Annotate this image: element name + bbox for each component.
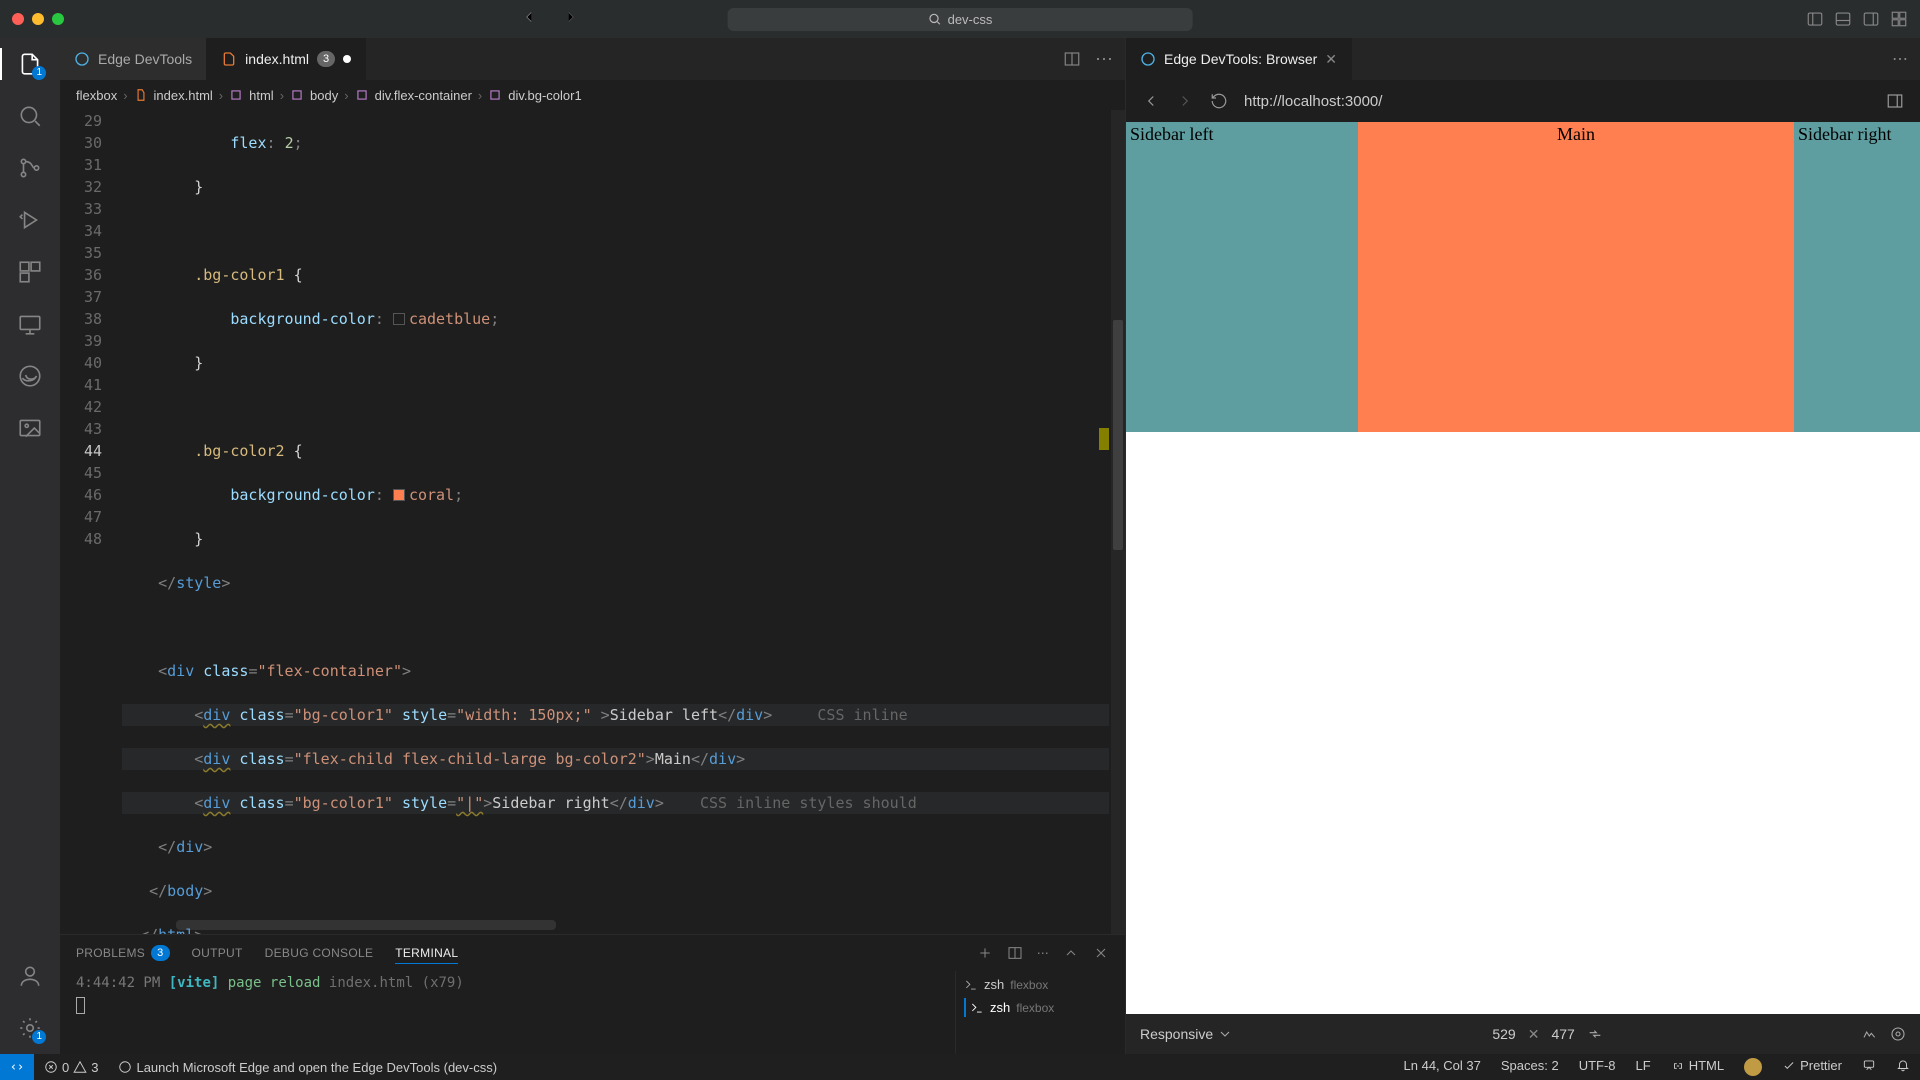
dimension-separator: ✕ xyxy=(1528,1026,1540,1043)
settings-gear-icon[interactable]: 1 xyxy=(16,1014,44,1042)
tab-label: Edge DevTools: Browser xyxy=(1164,51,1317,67)
browser-toolbar: http://localhost:3000/ xyxy=(1126,80,1920,122)
status-position[interactable]: Ln 44, Col 37 xyxy=(1394,1058,1491,1073)
tab-index-html[interactable]: index.html 3 xyxy=(207,38,366,80)
minimap[interactable] xyxy=(1111,110,1125,934)
remote-explorer-icon[interactable] xyxy=(16,310,44,338)
gallery-icon[interactable] xyxy=(16,414,44,442)
status-bell-icon[interactable] xyxy=(1886,1058,1920,1072)
traffic-lights xyxy=(12,13,64,25)
layout-grid-icon[interactable] xyxy=(1890,10,1908,28)
more-actions-icon[interactable]: ⋯ xyxy=(1095,49,1113,70)
close-panel-icon[interactable] xyxy=(1093,945,1109,961)
minimize-window-icon[interactable] xyxy=(32,13,44,25)
code-content[interactable]: flex: 2; } .bg-color1 { background-color… xyxy=(118,110,1109,934)
device-select[interactable]: Responsive xyxy=(1140,1026,1233,1042)
status-user[interactable] xyxy=(1734,1058,1772,1076)
bottom-panel: PROBLEMS3 OUTPUT DEBUG CONSOLE TERMINAL … xyxy=(60,934,1125,1054)
tab-label: index.html xyxy=(245,51,309,67)
tab-problem-badge: 3 xyxy=(317,51,335,67)
reload-icon[interactable] xyxy=(1210,92,1228,110)
panel-bottom-icon[interactable] xyxy=(1834,10,1852,28)
edge-tools-icon[interactable] xyxy=(16,362,44,390)
run-debug-icon[interactable] xyxy=(16,206,44,234)
back-button[interactable] xyxy=(520,8,538,31)
device-settings-icon[interactable] xyxy=(1890,1026,1906,1042)
status-errors[interactable]: 0 3 xyxy=(34,1054,108,1080)
horizontal-scrollbar[interactable] xyxy=(176,920,556,930)
status-spaces[interactable]: Spaces: 2 xyxy=(1491,1058,1569,1073)
terminal-entry[interactable]: zsh flexbox xyxy=(964,998,1117,1017)
forward-button xyxy=(562,8,580,31)
extensions-icon[interactable] xyxy=(16,258,44,286)
terminal-cursor xyxy=(76,997,85,1014)
dirty-indicator-icon xyxy=(343,55,351,63)
panel-tab-debug-console[interactable]: DEBUG CONSOLE xyxy=(265,946,374,960)
code-editor[interactable]: 2930313233343536373839404142434445464748… xyxy=(60,110,1125,934)
explorer-icon[interactable]: 1 xyxy=(16,50,44,78)
status-launch[interactable]: Launch Microsoft Edge and open the Edge … xyxy=(108,1054,507,1080)
account-icon[interactable] xyxy=(16,962,44,990)
panel-right-icon[interactable] xyxy=(1862,10,1880,28)
more-actions-icon[interactable]: ⋯ xyxy=(1892,49,1908,69)
close-tab-icon[interactable]: ✕ xyxy=(1325,51,1337,68)
terminal-list: zsh flexbox zsh flexbox xyxy=(955,971,1125,1054)
status-prettier[interactable]: Prettier xyxy=(1772,1058,1852,1073)
command-center[interactable]: dev-css xyxy=(728,8,1193,31)
viewport-height[interactable]: 477 xyxy=(1551,1026,1574,1042)
breadcrumb-item[interactable]: flexbox xyxy=(76,88,117,103)
url-bar[interactable]: http://localhost:3000/ xyxy=(1244,93,1870,110)
close-window-icon[interactable] xyxy=(12,13,24,25)
status-eol[interactable]: LF xyxy=(1626,1058,1661,1073)
terminal-more-icon[interactable]: ⋯ xyxy=(1037,946,1049,960)
breadcrumb-item[interactable]: div.bg-color1 xyxy=(508,88,581,103)
preview-main: Main xyxy=(1358,122,1794,432)
preview-sidebar-right: Sidebar right xyxy=(1794,122,1920,432)
tab-edge-devtools[interactable]: Edge DevTools xyxy=(60,38,207,80)
browser-forward-icon xyxy=(1176,92,1194,110)
terminal-output[interactable]: 4:44:42 PM [vite] page reload index.html… xyxy=(60,971,955,1054)
panel-tab-terminal[interactable]: TERMINAL xyxy=(395,946,458,964)
breadcrumb-item[interactable]: body xyxy=(310,88,338,103)
browser-viewport[interactable]: Sidebar left Main Sidebar right xyxy=(1126,122,1920,1014)
viewport-width[interactable]: 529 xyxy=(1492,1026,1515,1042)
activity-bar: 1 1 xyxy=(0,38,60,1054)
source-control-icon[interactable] xyxy=(16,154,44,182)
breadcrumb-item[interactable]: div.flex-container xyxy=(375,88,472,103)
status-feedback-icon[interactable] xyxy=(1852,1058,1886,1072)
layout-controls xyxy=(1806,10,1908,28)
tab-label: Edge DevTools xyxy=(98,51,192,67)
split-terminal-icon[interactable] xyxy=(1007,945,1023,961)
screenshot-icon[interactable] xyxy=(1862,1026,1878,1042)
preview-sidebar-left: Sidebar left xyxy=(1126,122,1358,432)
split-editor-icon[interactable] xyxy=(1063,50,1081,68)
maximize-panel-icon[interactable] xyxy=(1063,945,1079,961)
title-bar: dev-css xyxy=(0,0,1920,38)
editor-tabs: Edge DevTools index.html 3 ⋯ xyxy=(60,38,1125,80)
new-terminal-icon[interactable] xyxy=(977,945,993,961)
breadcrumb-item[interactable]: index.html xyxy=(154,88,213,103)
warning-indicator-icon xyxy=(1099,428,1109,450)
tab-devtools-browser[interactable]: Edge DevTools: Browser ✕ xyxy=(1126,38,1352,80)
status-bar: 0 3 Launch Microsoft Edge and open the E… xyxy=(0,1054,1920,1080)
status-language[interactable]: HTML xyxy=(1661,1058,1734,1073)
rotate-icon[interactable] xyxy=(1587,1026,1603,1042)
device-toolbar: Responsive 529 ✕ 477 xyxy=(1126,1014,1920,1054)
browser-back-icon[interactable] xyxy=(1142,92,1160,110)
breadcrumb-item[interactable]: html xyxy=(249,88,274,103)
settings-badge: 1 xyxy=(32,1030,46,1044)
zoom-window-icon[interactable] xyxy=(52,13,64,25)
search-icon[interactable] xyxy=(16,102,44,130)
panel-tab-problems[interactable]: PROBLEMS3 xyxy=(76,945,170,961)
remote-indicator[interactable] xyxy=(0,1054,34,1080)
panel-left-icon[interactable] xyxy=(1806,10,1824,28)
explorer-badge: 1 xyxy=(32,66,46,80)
terminal-entry[interactable]: zsh flexbox xyxy=(964,975,1117,994)
breadcrumb[interactable]: flexbox› index.html› html› body› div.fle… xyxy=(60,80,1125,110)
open-devtools-icon[interactable] xyxy=(1886,92,1904,110)
search-text: dev-css xyxy=(948,12,993,27)
panel-tab-output[interactable]: OUTPUT xyxy=(192,946,243,960)
status-encoding[interactable]: UTF-8 xyxy=(1569,1058,1626,1073)
